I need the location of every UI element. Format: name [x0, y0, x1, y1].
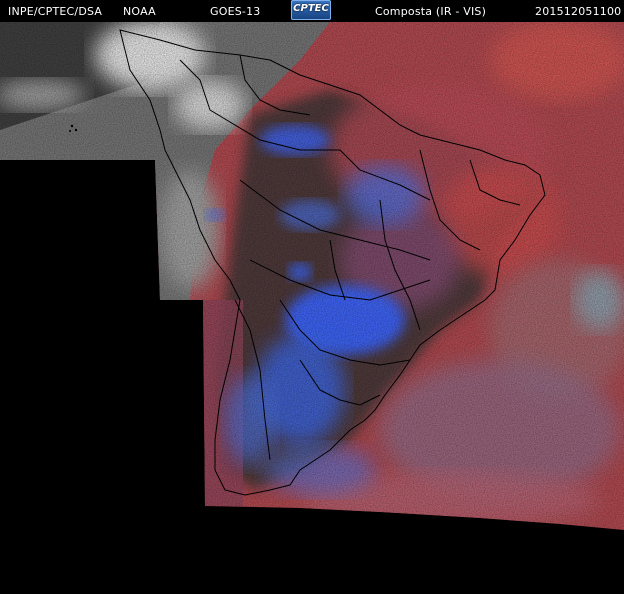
- satellite-label: GOES-13: [210, 5, 261, 18]
- image-coverage: [0, 22, 624, 530]
- cptec-logo-icon: CPTEC: [291, 0, 331, 20]
- logo-text: CPTEC: [293, 3, 329, 14]
- institution-label: INPE/CPTEC/DSA: [8, 5, 103, 18]
- satellite-image: [0, 22, 624, 530]
- timestamp-label: 201512051100: [535, 5, 622, 18]
- product-label: Composta (IR - VIS): [375, 5, 487, 18]
- header-bar: INPE/CPTEC/DSA NOAA GOES-13 CPTEC Compos…: [0, 0, 624, 22]
- agency-label: NOAA: [123, 5, 156, 18]
